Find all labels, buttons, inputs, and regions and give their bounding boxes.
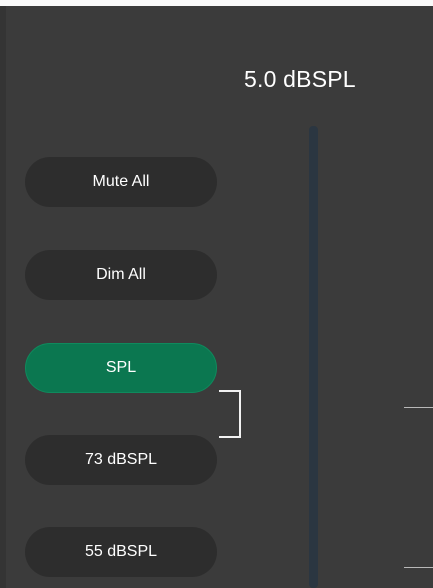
dim-all-button[interactable]: Dim All [25,250,217,300]
mute-all-button[interactable]: Mute All [25,157,217,207]
preset-55-dbspl-button[interactable]: 55 dBSPL [25,527,217,577]
left-edge-divider [0,6,6,588]
level-fader-track[interactable] [309,126,318,588]
spl-preset-bracket [219,390,241,438]
spl-level-readout: 5.0 dBSPL [244,66,356,92]
spl-toggle-button[interactable]: SPL [25,343,217,393]
top-border [0,0,433,6]
fader-scale-tick [404,567,433,568]
monitor-control-panel: 5.0 dBSPL Mute All Dim All SPL 73 dBSPL … [0,0,433,588]
fader-scale-tick [404,407,433,408]
preset-73-dbspl-button[interactable]: 73 dBSPL [25,435,217,485]
